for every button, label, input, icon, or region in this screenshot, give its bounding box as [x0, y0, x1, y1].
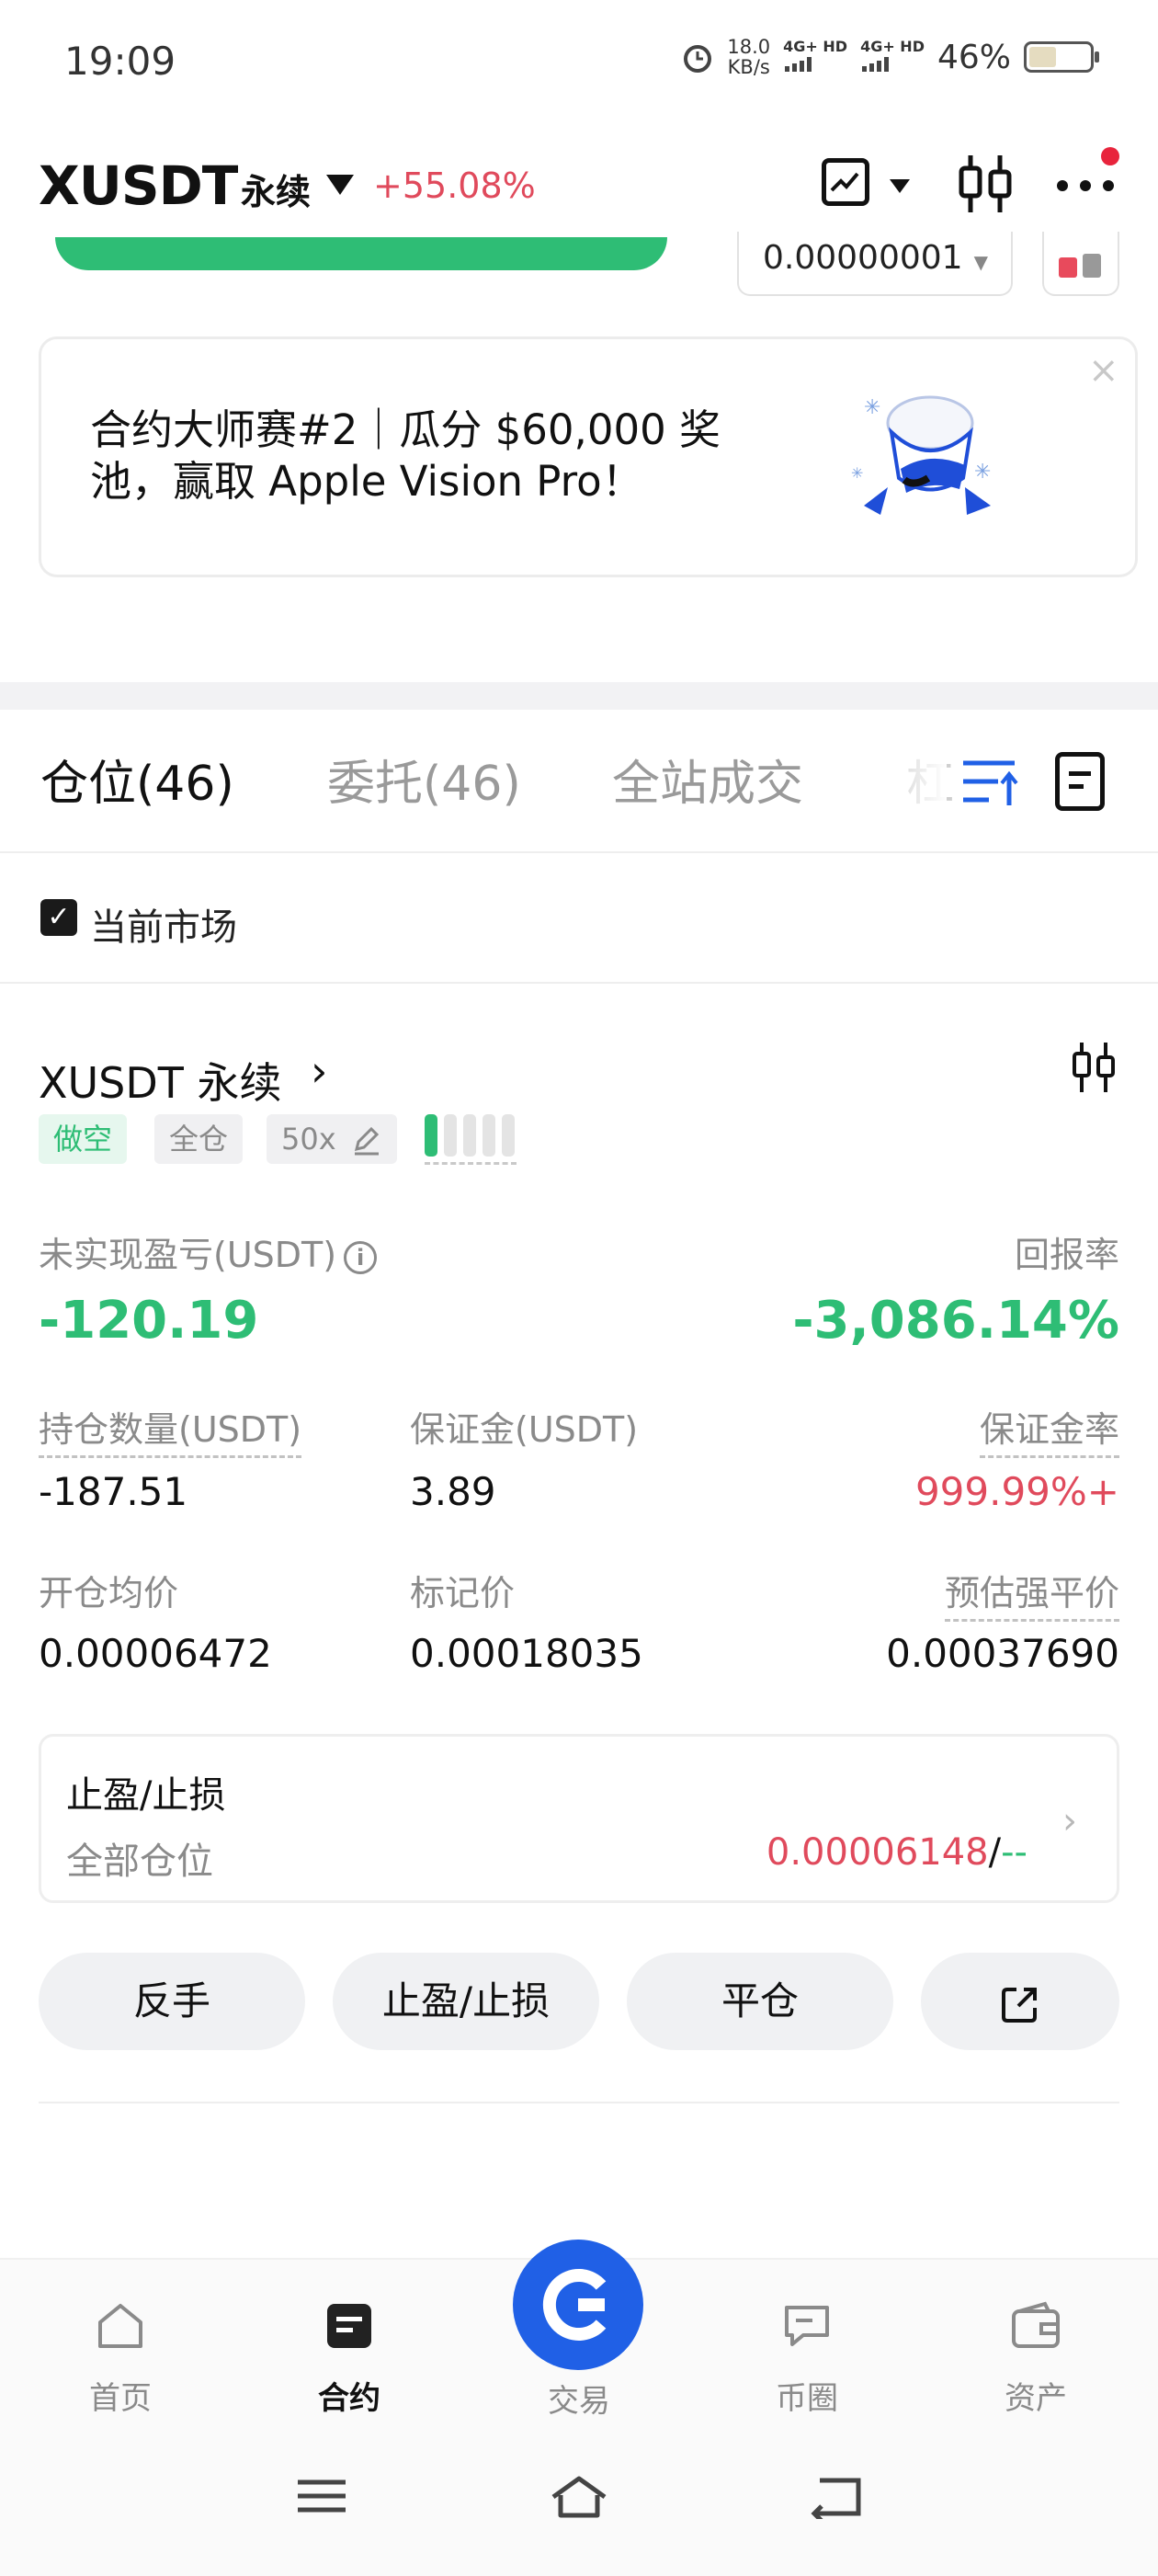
tpsl-separator: /: [988, 1831, 1002, 1874]
risk-bar: [482, 1114, 495, 1157]
alarm-icon: [684, 45, 712, 73]
order-history-icon[interactable]: [1055, 752, 1105, 811]
home-icon: [98, 2304, 142, 2348]
orderbook-mode-icon[interactable]: [1042, 232, 1119, 296]
chevron-right-icon[interactable]: ›: [311, 1046, 327, 1096]
risk-bar: [444, 1114, 457, 1157]
nav-assets[interactable]: 资产: [967, 2298, 1105, 2418]
menu-icon[interactable]: [294, 2473, 349, 2519]
tab-orders[interactable]: 委托(46): [327, 745, 521, 814]
trade-logo-icon: [542, 2269, 607, 2341]
tpsl-title: 止盈/止损: [66, 1774, 226, 1817]
signal-bars-icon: [862, 57, 890, 72]
chart-dropdown-caret-icon[interactable]: [890, 179, 910, 193]
roe-label: 回报率: [1014, 1235, 1119, 1275]
nav-community[interactable]: 币圈: [738, 2298, 876, 2418]
pair-symbol[interactable]: XUSDT: [39, 154, 238, 217]
divider: [39, 2102, 1119, 2103]
trend-line-icon: [830, 172, 859, 192]
position-symbol[interactable]: XUSDT 永续: [39, 1050, 282, 1111]
system-home-icon[interactable]: [548, 2473, 610, 2519]
current-market-checkbox[interactable]: ✓: [40, 899, 77, 936]
risk-bar: [502, 1114, 515, 1157]
contract-type[interactable]: 永续: [241, 164, 311, 214]
status-time: 19:09: [64, 39, 176, 84]
liq-price-label[interactable]: 预估强平价: [944, 1565, 1119, 1622]
close-position-button[interactable]: 平仓: [627, 1953, 893, 2050]
chat-icon: [785, 2306, 829, 2346]
entry-price-label: 开仓均价: [39, 1573, 179, 1613]
wallet-icon: [1012, 2301, 1060, 2348]
tpsl-scope: 全部仓位: [66, 1841, 213, 1883]
divider: [0, 982, 1158, 984]
divider: [0, 851, 1158, 853]
candlestick-icon[interactable]: [956, 152, 1015, 216]
close-icon[interactable]: ×: [1088, 349, 1119, 392]
trophy-mascot-icon: ✳ ✳ ✳: [851, 395, 991, 515]
tab-positions[interactable]: 仓位(46): [40, 745, 234, 814]
tab-fade: [882, 726, 947, 837]
battery-percent: 46%: [937, 38, 1011, 76]
margin-ratio-label[interactable]: 保证金率: [979, 1401, 1119, 1458]
tpsl-button[interactable]: 止盈/止损: [333, 1953, 599, 2050]
svg-text:✳: ✳: [974, 461, 991, 484]
price-precision-select[interactable]: 0.00000001 ▼: [737, 232, 1013, 296]
size-value: -187.51: [39, 1469, 188, 1514]
unrealized-pnl-label[interactable]: 未实现盈亏(USDT) i: [39, 1226, 378, 1277]
tpsl-values: 0.00006148/--: [766, 1831, 1027, 1874]
signal-2: 4G+ HD: [860, 39, 925, 75]
reverse-button[interactable]: 反手: [39, 1953, 305, 2050]
futures-icon: [327, 2304, 371, 2348]
mark-price-value: 0.00018035: [410, 1631, 643, 1676]
risk-level-meter[interactable]: [425, 1114, 517, 1165]
share-icon: [1002, 1987, 1037, 2023]
price-change: +55.08%: [373, 165, 536, 206]
entry-price-value: 0.00006472: [39, 1631, 272, 1676]
mark-price-label: 标记价: [410, 1573, 516, 1613]
buy-button-partial[interactable]: [55, 237, 667, 270]
margin-value: 3.89: [410, 1469, 496, 1514]
risk-bar: [463, 1114, 476, 1157]
chevron-down-icon: ▼: [973, 251, 988, 273]
more-icon[interactable]: [1053, 165, 1118, 202]
svg-text:✳: ✳: [864, 396, 880, 419]
side-tag: 做空: [39, 1114, 128, 1164]
roe-value: -3,086.14%: [792, 1291, 1119, 1351]
risk-bar: [425, 1114, 437, 1157]
info-icon[interactable]: i: [344, 1240, 378, 1274]
current-market-label[interactable]: 当前市场: [90, 897, 237, 951]
status-icons: 18.0 KB/s 4G+ HD 4G+ HD 46%: [681, 36, 1099, 78]
banner-text[interactable]: 合约大师赛#2｜瓜分 $60,000 奖池，赢取 Apple Vision Pr…: [90, 405, 770, 507]
liq-price-value: 0.00037690: [886, 1631, 1119, 1676]
stop-loss-value: --: [1001, 1831, 1027, 1874]
size-label[interactable]: 持仓数量(USDT): [39, 1401, 302, 1458]
back-icon[interactable]: [809, 2473, 864, 2519]
margin-label: 保证金(USDT): [410, 1409, 639, 1450]
battery-fill: [1029, 47, 1056, 67]
svg-text:✳: ✳: [851, 464, 863, 482]
leverage-tag[interactable]: 50x: [267, 1114, 397, 1164]
unrealized-pnl-value: -120.19: [39, 1291, 259, 1351]
battery-icon: [1024, 41, 1099, 73]
chevron-right-icon[interactable]: ›: [1062, 1800, 1077, 1842]
nav-trade-label[interactable]: 交易: [510, 2376, 648, 2421]
nav-futures[interactable]: 合约: [280, 2298, 418, 2418]
sort-filter-icon[interactable]: [961, 756, 1020, 807]
tab-market-trades[interactable]: 全站成交: [612, 745, 803, 814]
nav-home[interactable]: 首页: [51, 2298, 189, 2418]
candlestick-icon[interactable]: [1070, 1041, 1118, 1094]
share-button[interactable]: [921, 1953, 1119, 2050]
pair-dropdown-caret-icon[interactable]: [326, 175, 354, 195]
section-separator: [0, 682, 1158, 710]
signal-bars-icon: [785, 57, 812, 72]
margin-ratio-value: 999.99%+: [914, 1469, 1119, 1514]
network-speed: 18.0 KB/s: [727, 36, 771, 78]
notification-dot: [1101, 147, 1119, 165]
edit-icon: [354, 1126, 379, 1156]
take-profit-value: 0.00006148: [766, 1831, 989, 1874]
trade-fab-button[interactable]: [513, 2240, 643, 2370]
signal-1: 4G+ HD: [783, 39, 847, 75]
chart-icon[interactable]: [822, 158, 869, 206]
margin-mode-tag: 全仓: [154, 1114, 244, 1164]
